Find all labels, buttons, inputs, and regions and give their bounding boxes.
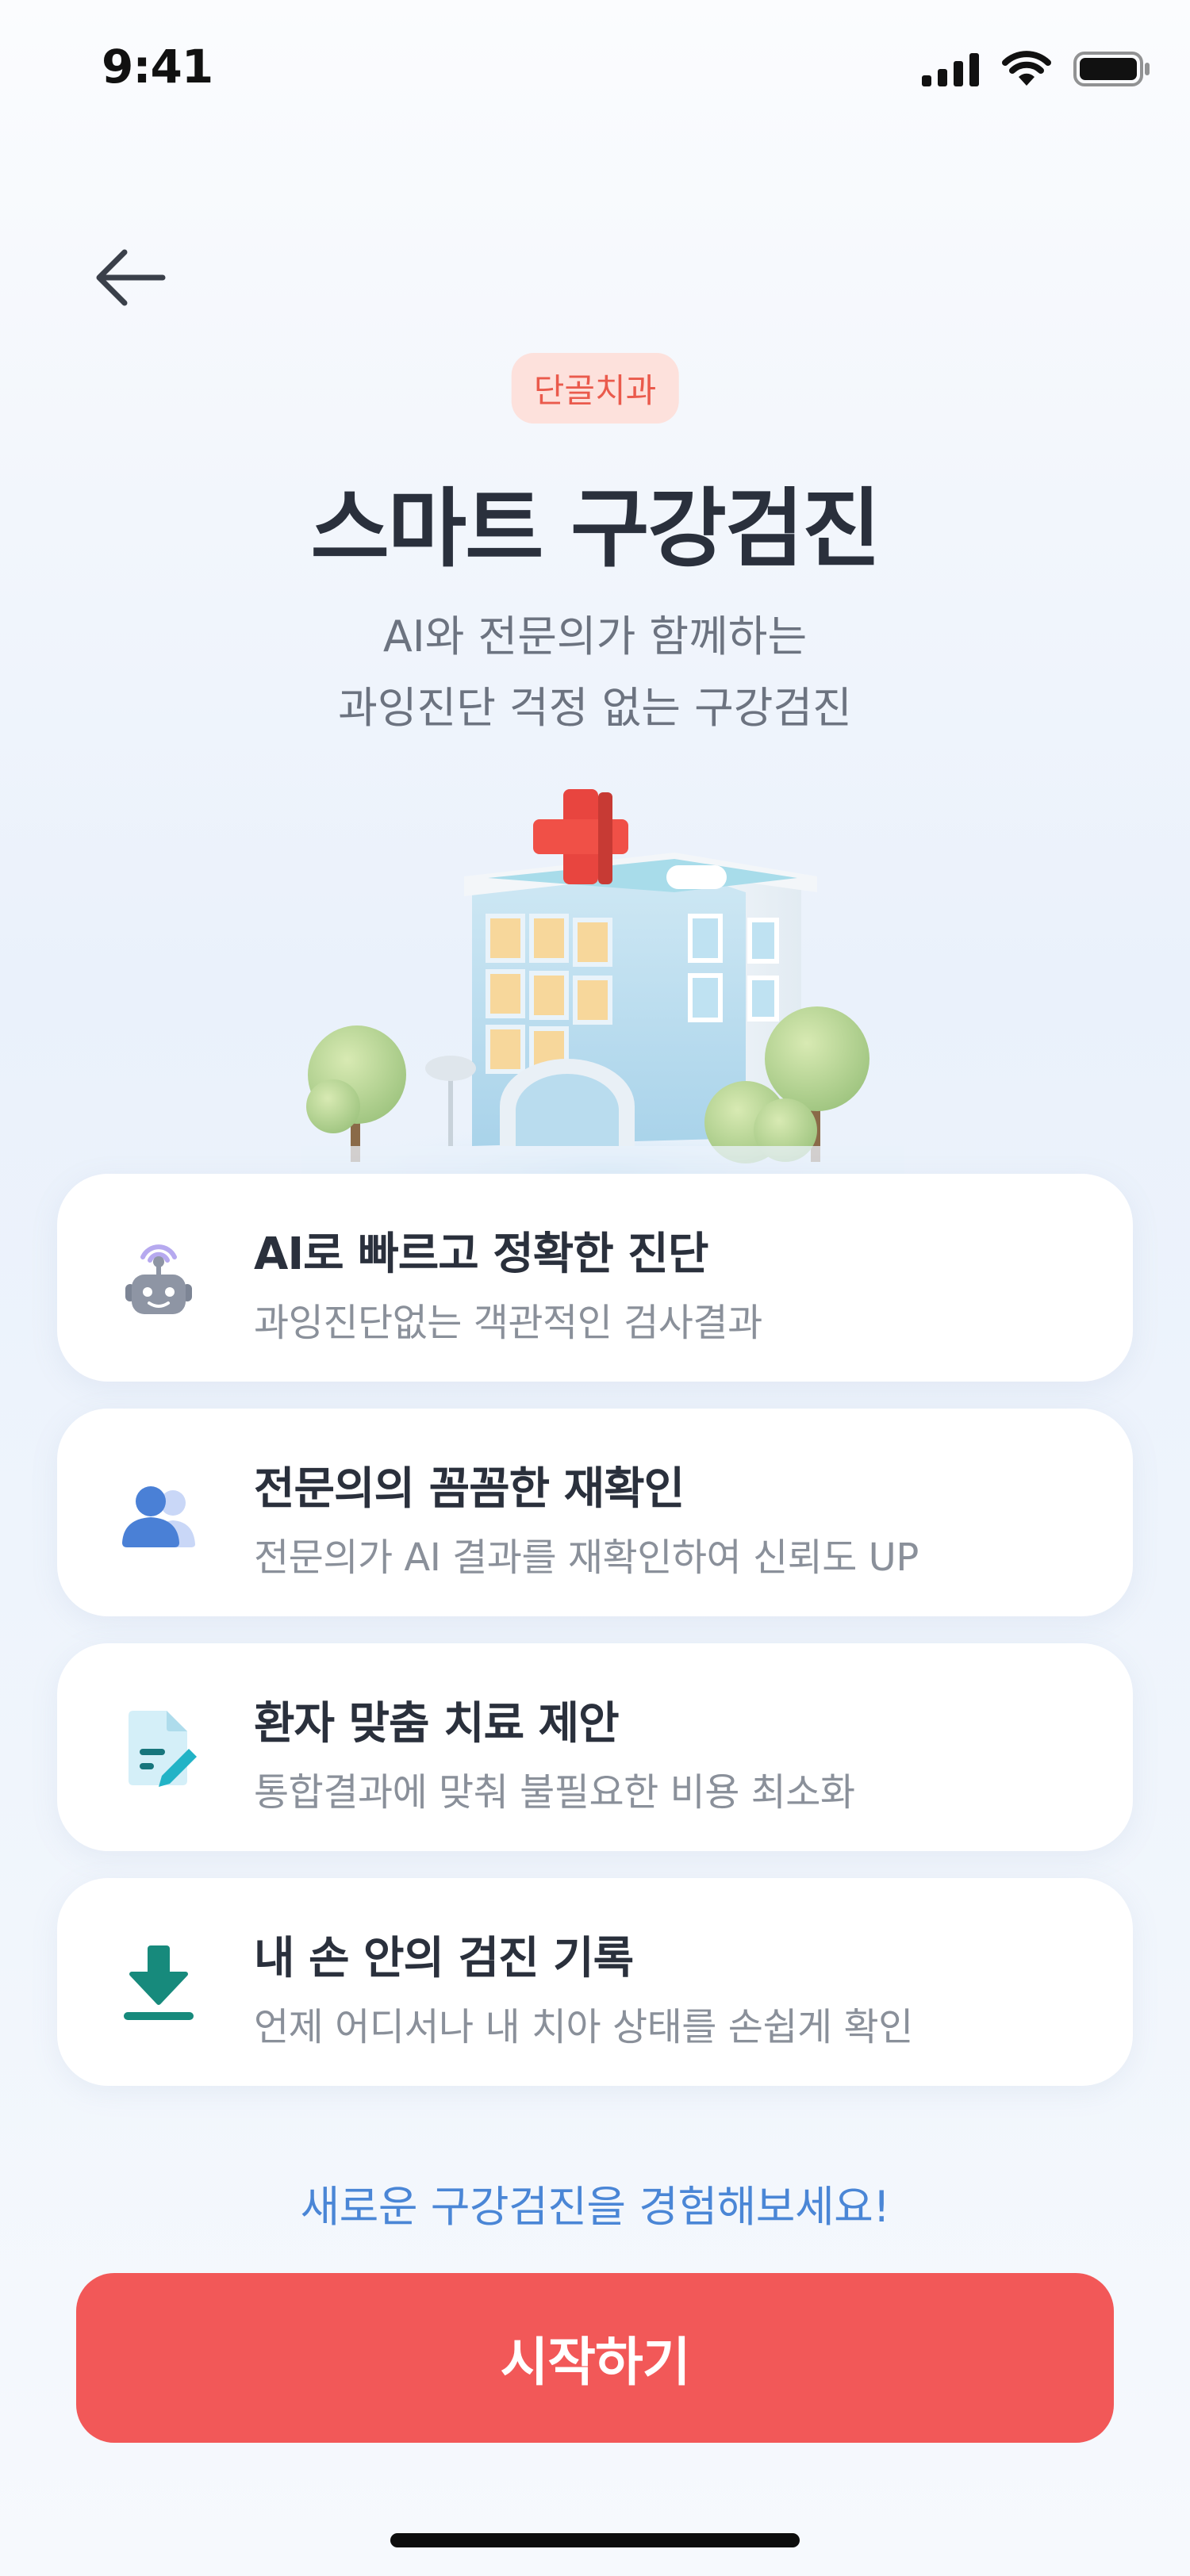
feature-card-treatment: 환자 맞춤 치료 제안 통합결과에 맞춰 불필요한 비용 최소화 bbox=[57, 1643, 1133, 1851]
battery-icon bbox=[1073, 52, 1150, 86]
feature-title: 환자 맞춤 치료 제안 bbox=[254, 1698, 620, 1750]
download-icon bbox=[124, 1945, 194, 2020]
home-indicator[interactable] bbox=[390, 2533, 800, 2547]
feature-description: 언제 어디서나 내 치아 상태를 손쉽게 확인 bbox=[254, 2005, 913, 2049]
feature-description: 통합결과에 맞춰 불필요한 비용 최소화 bbox=[254, 1770, 855, 1815]
start-button[interactable]: 시작하기 bbox=[76, 2273, 1114, 2443]
cta-prompt: 새로운 구강검진을 경험해보세요! bbox=[300, 2182, 891, 2232]
people-icon bbox=[122, 1486, 195, 1547]
feature-title: 내 손 안의 검진 기록 bbox=[254, 1933, 634, 1984]
status-icons bbox=[920, 51, 1152, 87]
feature-title: 전문의의 꼼꼼한 재확인 bbox=[254, 1463, 685, 1515]
feature-card-ai: AI로 빠르고 정확한 진단 과잉진단없는 객관적인 검사결과 bbox=[57, 1174, 1133, 1382]
wifi-icon bbox=[1002, 51, 1051, 86]
document-edit-icon bbox=[129, 1711, 197, 1787]
signal-icon bbox=[922, 53, 979, 86]
page-title: 스마트 구강검진 bbox=[310, 480, 881, 579]
back-button[interactable] bbox=[87, 238, 175, 317]
subtitle-line-2: 과잉진단 걱정 없는 구강검진 bbox=[338, 683, 852, 733]
robot-icon bbox=[125, 1244, 192, 1314]
status-bar: 9:41 bbox=[0, 0, 1190, 143]
feature-card-specialist: 전문의의 꼼꼼한 재확인 전문의가 AI 결과를 재확인하여 신뢰도 UP bbox=[57, 1409, 1133, 1616]
clinic-badge: 단골치과 bbox=[511, 353, 679, 424]
hospital-illustration bbox=[301, 789, 904, 1186]
feature-card-record: 내 손 안의 검진 기록 언제 어디서나 내 치아 상태를 손쉽게 확인 bbox=[57, 1878, 1133, 2086]
feature-description: 전문의가 AI 결과를 재확인하여 신뢰도 UP bbox=[254, 1535, 919, 1580]
feature-description: 과잉진단없는 객관적인 검사결과 bbox=[254, 1301, 762, 1345]
arrow-left-icon bbox=[96, 249, 166, 306]
status-time: 9:41 bbox=[102, 40, 213, 94]
feature-title: AI로 빠르고 정확한 진단 bbox=[254, 1229, 708, 1280]
subtitle-line-1: AI와 전문의가 함께하는 bbox=[382, 611, 808, 661]
